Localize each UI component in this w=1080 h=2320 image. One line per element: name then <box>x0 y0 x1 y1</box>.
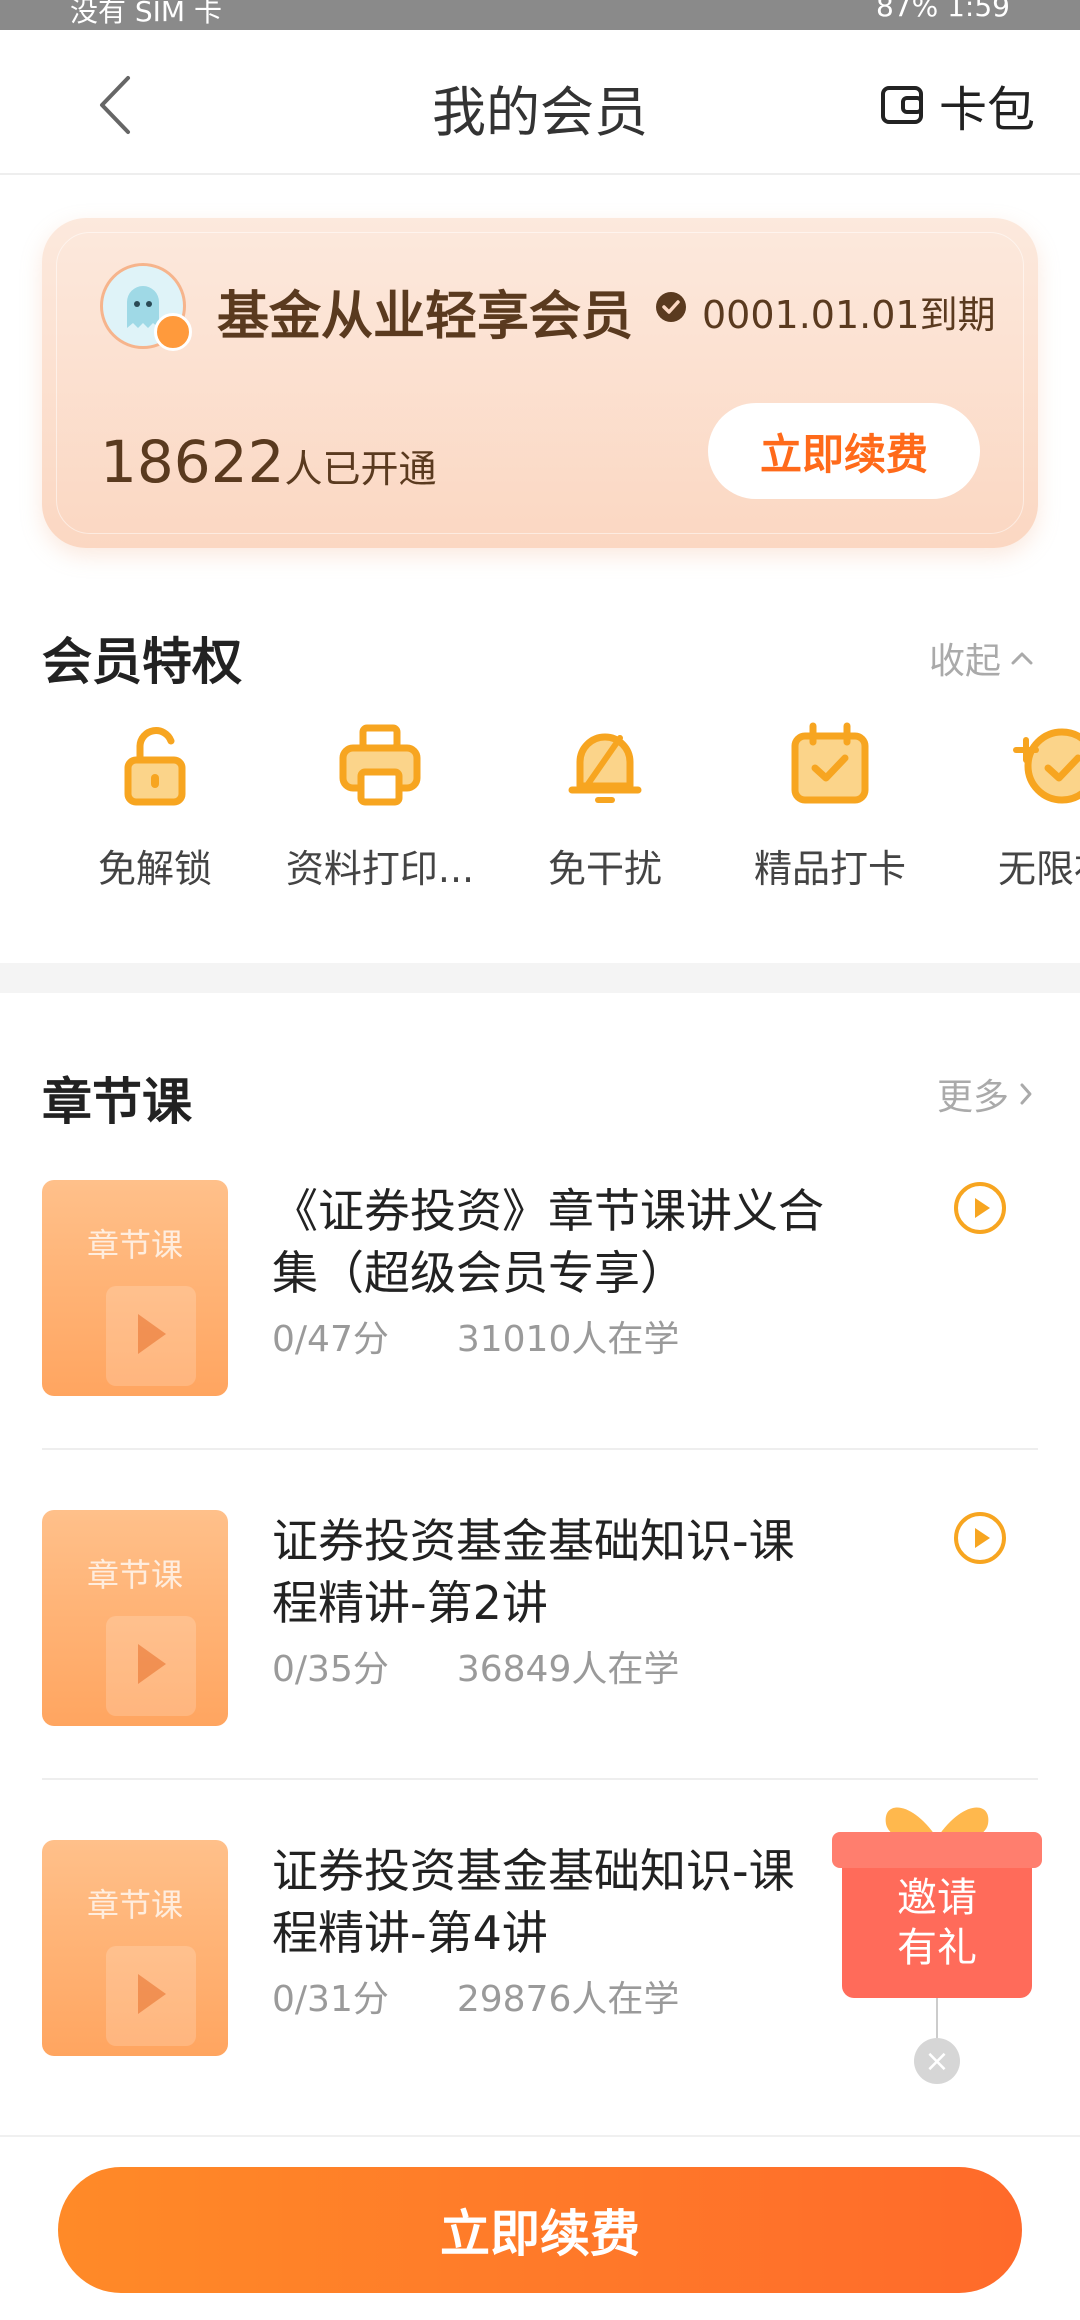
course-item[interactable]: 章节课 证券投资基金基础知识-课程精讲-第2讲 0/35分 36849人在学 <box>42 1480 1038 1810</box>
course-thumb-label: 章节课 <box>86 1556 183 1594</box>
course-learners: 31010人在学 <box>456 1319 680 1360</box>
privilege-label: 精品打卡 <box>753 847 906 891</box>
member-count-text: 人已开通 <box>284 447 437 491</box>
privilege-item-checkin[interactable]: 精品打卡 <box>730 720 930 893</box>
privilege-label: 免解锁 <box>97 847 212 891</box>
play-icon[interactable] <box>952 1180 1008 1236</box>
course-meta: 0/47分 31010人在学 <box>272 1310 679 1362</box>
member-card: 基金从业轻享会员 0001.01.01到期 18622人已开通 立即续费 <box>42 218 1038 548</box>
privilege-item-no-disturb[interactable]: 免干扰 <box>505 720 705 893</box>
invite-box: 邀请 有礼 <box>842 1848 1032 1998</box>
close-icon[interactable]: × <box>914 2038 960 2084</box>
video-doc-icon <box>106 1286 196 1386</box>
membership-title: 基金从业轻享会员 <box>217 287 634 347</box>
privilege-label: 无限补 <box>997 847 1080 891</box>
bell-off-icon <box>568 733 642 803</box>
privilege-label: 资料打印... <box>285 847 475 891</box>
list-divider <box>42 1448 1038 1450</box>
courses-title: 章节课 <box>42 1073 192 1131</box>
course-thumbnail: 章节课 <box>42 1180 228 1396</box>
renew-button[interactable]: 立即续费 <box>58 2167 1022 2293</box>
wallet-button[interactable]: 卡包 <box>879 70 1035 140</box>
course-thumbnail: 章节课 <box>42 1840 228 2056</box>
course-title: 证券投资基金基础知识-课程精讲-第4讲 <box>272 1844 795 1960</box>
course-title: 证券投资基金基础知识-课程精讲-第2讲 <box>272 1514 795 1630</box>
bottom-bar: 立即续费 <box>0 2135 1080 2320</box>
course-progress: 0/47分 <box>272 1319 389 1360</box>
course-learners: 29876人在学 <box>456 1979 680 2020</box>
invite-connector <box>936 1998 938 2038</box>
course-meta: 0/31分 29876人在学 <box>272 1970 679 2022</box>
verified-icon <box>656 292 686 322</box>
invite-gift-widget[interactable]: 邀请 有礼 × <box>832 1790 1042 2084</box>
course-item[interactable]: 章节课 《证券投资》章节课讲义合集（超级会员专享） 0/47分 31010人在学 <box>42 1150 1038 1480</box>
expiry-date: 0001.01.01到期 <box>702 293 996 337</box>
course-learners: 36849人在学 <box>456 1649 680 1690</box>
privilege-item-unlock[interactable]: 免解锁 <box>55 720 255 893</box>
section-divider <box>0 963 1080 993</box>
unlock-icon <box>124 727 186 806</box>
calendar-check-icon <box>791 722 869 804</box>
video-doc-icon <box>106 1616 196 1716</box>
play-icon[interactable] <box>952 1510 1008 1566</box>
wallet-icon <box>880 86 923 124</box>
member-count: 18622人已开通 <box>100 428 437 496</box>
list-divider <box>42 1778 1038 1780</box>
more-label: 更多 <box>936 1077 1009 1118</box>
privilege-label: 免干扰 <box>547 847 662 891</box>
privileges-title: 会员特权 <box>42 633 242 691</box>
status-left: 没有 SIM 卡 <box>70 0 222 28</box>
member-count-number: 18622 <box>100 428 285 496</box>
card-renew-button[interactable]: 立即续费 <box>708 403 980 499</box>
status-right: 87% 1:59 <box>875 0 1010 23</box>
course-thumbnail: 章节课 <box>42 1510 228 1726</box>
wallet-label: 卡包 <box>938 82 1035 138</box>
video-doc-icon <box>106 1946 196 2046</box>
collapse-label: 收起 <box>928 641 1001 682</box>
more-button[interactable]: 更多 <box>937 1068 1035 1120</box>
collapse-button[interactable]: 收起 <box>929 632 1035 684</box>
gift-lid <box>832 1832 1042 1868</box>
plus-check-icon <box>1013 728 1080 804</box>
chevron-up-icon <box>1011 652 1033 665</box>
course-thumb-label: 章节课 <box>86 1226 183 1264</box>
privilege-item-print[interactable]: 资料打印... <box>280 720 480 893</box>
course-thumb-label: 章节课 <box>86 1886 183 1924</box>
status-bar: 没有 SIM 卡 87% 1:59 <box>0 0 1080 30</box>
invite-line-2: 有礼 <box>897 1925 977 1971</box>
avatar-badge <box>154 313 192 351</box>
course-progress: 0/35分 <box>272 1649 389 1690</box>
course-meta: 0/35分 36849人在学 <box>272 1640 679 1692</box>
course-progress: 0/31分 <box>272 1979 389 2020</box>
privileges-row: 免解锁 资料打印... 免干扰 精品打卡 无限 <box>0 720 1080 920</box>
chevron-right-icon <box>1020 1083 1032 1105</box>
privilege-item-unlimited[interactable]: 无限补 <box>955 720 1080 893</box>
invite-line-1: 邀请 <box>897 1875 977 1921</box>
course-title: 《证券投资》章节课讲义合集（超级会员专享） <box>272 1184 824 1300</box>
nav-bar: 我的会员 卡包 <box>0 30 1080 175</box>
printer-icon <box>339 724 421 806</box>
